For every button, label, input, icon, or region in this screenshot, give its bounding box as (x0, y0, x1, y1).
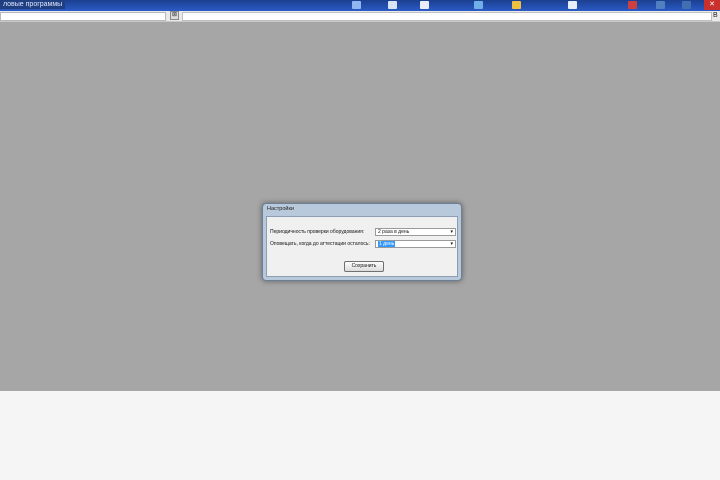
address-input[interactable] (0, 12, 166, 21)
chevron-down-icon[interactable]: ▾ (450, 229, 453, 235)
close-icon[interactable]: ✕ (704, 0, 720, 10)
app-icon-2[interactable] (388, 1, 397, 9)
app-icon-1[interactable] (352, 1, 361, 9)
toolbar: ⊠ В (0, 11, 720, 22)
notify-label: Оповещать, когда до аттестации осталось: (270, 241, 370, 247)
top-taskbar: ловые программы ✕ (0, 0, 720, 11)
dialog-title: Настройки (267, 206, 294, 212)
app-icon-4[interactable] (474, 1, 483, 9)
app-icon-3[interactable] (420, 1, 429, 9)
app-icon-5[interactable] (512, 1, 521, 9)
save-button[interactable]: Сохранить (344, 261, 384, 272)
toolbar-right-button[interactable]: В (713, 11, 720, 20)
notify-value: 1 день (378, 241, 396, 247)
app-icon-6[interactable] (568, 1, 577, 9)
app-icon-8[interactable] (656, 1, 665, 9)
page-background (0, 391, 720, 480)
check-frequency-select[interactable]: 2 раза в день ▾ (375, 228, 456, 236)
secondary-input[interactable] (182, 12, 712, 21)
check-frequency-value: 2 раза в день (378, 229, 410, 235)
dialog-body: Периодичность проверки оборудования: 2 р… (266, 216, 458, 277)
search-icon[interactable]: ⊠ (170, 11, 179, 20)
notify-select[interactable]: 1 день ▾ (375, 240, 456, 248)
chevron-down-icon[interactable]: ▾ (450, 241, 453, 247)
app-icon-9[interactable] (682, 1, 691, 9)
settings-dialog: Настройки Периодичность проверки оборудо… (262, 203, 462, 281)
check-frequency-label: Периодичность проверки оборудования: (270, 229, 365, 235)
app-icon-7[interactable] (628, 1, 637, 9)
taskbar-label[interactable]: ловые программы (0, 0, 66, 9)
